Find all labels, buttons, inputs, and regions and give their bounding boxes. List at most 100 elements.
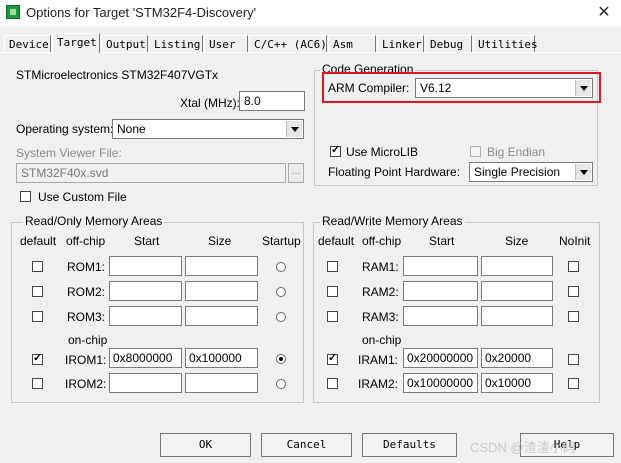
rw-header-noinit: NoInit (559, 234, 591, 248)
rom1-startup-radio[interactable] (276, 262, 286, 272)
iram2-start-input[interactable]: 0x10000000 (403, 373, 478, 393)
iram2-default-checkbox[interactable] (327, 378, 338, 389)
device-name: STMicroelectronics STM32F407VGTx (16, 68, 219, 82)
iram2-noinit-checkbox[interactable] (568, 378, 579, 389)
ram1-start-input[interactable] (403, 256, 478, 276)
tab-asm[interactable]: Asm (328, 35, 376, 52)
rom3-default-checkbox[interactable] (32, 311, 43, 322)
tab-debug[interactable]: Debug (425, 35, 472, 52)
ro-onchip-label: on-chip (68, 333, 108, 347)
tab-bar: Device Target Output Listing User C/C++ … (0, 33, 621, 54)
ram3-size-input[interactable] (481, 306, 553, 326)
rw-header-size: Size (505, 234, 529, 248)
os-select[interactable]: None (112, 119, 304, 139)
ram2-noinit-checkbox[interactable] (568, 286, 579, 297)
irom1-size-input[interactable]: 0x100000 (185, 348, 258, 368)
annotation-highlight-box (322, 72, 601, 103)
irom2-size-input[interactable] (185, 373, 258, 393)
fpu-label: Floating Point Hardware: (328, 165, 461, 179)
tab-c-cpp[interactable]: C/C++ (AC6) (249, 35, 327, 52)
rom1-size-input[interactable] (185, 256, 258, 276)
fpu-select[interactable]: Single Precision (469, 162, 593, 182)
irom2-default-checkbox[interactable] (32, 378, 43, 389)
ram1-default-checkbox[interactable] (327, 261, 338, 272)
ram2-default-checkbox[interactable] (327, 286, 338, 297)
chevron-down-icon[interactable] (575, 164, 591, 180)
tab-device[interactable]: Device (4, 35, 51, 52)
svd-browse-button: ... (288, 163, 304, 183)
ram2-label: RAM2: (362, 285, 399, 299)
rom2-label: ROM2: (67, 285, 106, 299)
big-endian-checkbox (470, 146, 481, 157)
rom3-startup-radio[interactable] (276, 312, 286, 322)
svd-file-field: STM32F40x.svd (16, 163, 286, 183)
ram3-start-input[interactable] (403, 306, 478, 326)
ro-header-startup: Startup (262, 234, 301, 248)
iram1-label: IRAM1: (358, 353, 399, 367)
ro-header-offchip: off-chip (66, 234, 106, 248)
rom2-default-checkbox[interactable] (32, 286, 43, 297)
svd-label: System Viewer File: (16, 146, 122, 160)
ram1-size-input[interactable] (481, 256, 553, 276)
irom1-default-checkbox[interactable] (32, 351, 43, 365)
rom3-label: ROM3: (67, 310, 106, 324)
rom1-label: ROM1: (67, 260, 106, 274)
big-endian-label: Big Endian (487, 145, 546, 159)
iram1-noinit-checkbox[interactable] (568, 354, 579, 365)
irom2-startup-radio[interactable] (276, 379, 286, 389)
use-microlib-label: Use MicroLIB (346, 145, 419, 159)
ok-button[interactable]: OK (160, 433, 251, 457)
rom2-size-input[interactable] (185, 281, 258, 301)
csdn-watermark: CSDN @渣渣小码 (470, 440, 576, 455)
ram1-noinit-checkbox[interactable] (568, 261, 579, 272)
use-microlib-checkbox[interactable] (330, 143, 341, 157)
rom2-start-input[interactable] (109, 281, 182, 301)
ram3-label: RAM3: (362, 310, 399, 324)
rw-memory-title: Read/Write Memory Areas (320, 214, 465, 228)
irom1-start-input[interactable]: 0x8000000 (109, 348, 182, 368)
tab-utilities[interactable]: Utilities (473, 35, 538, 52)
tab-target[interactable]: Target (52, 33, 100, 53)
ram3-default-checkbox[interactable] (327, 311, 338, 322)
close-icon[interactable]: ✕ (592, 2, 616, 24)
ram3-noinit-checkbox[interactable] (568, 311, 579, 322)
ro-memory-title: Read/Only Memory Areas (23, 214, 165, 228)
tab-listing[interactable]: Listing (149, 35, 203, 52)
rom2-startup-radio[interactable] (276, 287, 286, 297)
ram2-start-input[interactable] (403, 281, 478, 301)
rw-header-start: Start (429, 234, 455, 248)
use-custom-file-label: Use Custom File (38, 190, 127, 204)
rw-onchip-label: on-chip (362, 333, 402, 347)
chevron-down-icon[interactable] (286, 121, 302, 137)
iram2-size-input[interactable]: 0x10000 (481, 373, 553, 393)
os-select-value: None (117, 122, 146, 136)
xtal-input[interactable]: 8.0 (239, 91, 305, 111)
defaults-button[interactable]: Defaults (362, 433, 457, 457)
cancel-button[interactable]: Cancel (261, 433, 352, 457)
use-custom-file-checkbox[interactable] (20, 191, 31, 202)
ro-header-size: Size (208, 234, 232, 248)
tab-user[interactable]: User (204, 35, 248, 52)
rom1-start-input[interactable] (109, 256, 182, 276)
irom1-label: IROM1: (65, 353, 107, 367)
rom1-default-checkbox[interactable] (32, 261, 43, 272)
rom3-start-input[interactable] (109, 306, 182, 326)
window-title: Options for Target 'STM32F4-Discovery' (26, 5, 257, 20)
iram2-label: IRAM2: (358, 377, 399, 391)
iram1-size-input[interactable]: 0x20000 (481, 348, 553, 368)
keil-app-icon (6, 5, 20, 19)
rw-header-offchip: off-chip (362, 234, 402, 248)
ro-header-start: Start (134, 234, 160, 248)
tab-linker[interactable]: Linker (377, 35, 424, 52)
rom3-size-input[interactable] (185, 306, 258, 326)
ro-header-default: default (20, 234, 57, 248)
irom2-start-input[interactable] (109, 373, 182, 393)
ram2-size-input[interactable] (481, 281, 553, 301)
tab-output[interactable]: Output (101, 35, 148, 52)
iram1-start-input[interactable]: 0x20000000 (403, 348, 478, 368)
iram1-default-checkbox[interactable] (327, 351, 338, 365)
irom1-startup-radio[interactable] (276, 354, 286, 364)
os-label: Operating system: (16, 122, 114, 136)
rw-header-default: default (318, 234, 355, 248)
xtal-label: Xtal (MHz): (180, 96, 240, 110)
